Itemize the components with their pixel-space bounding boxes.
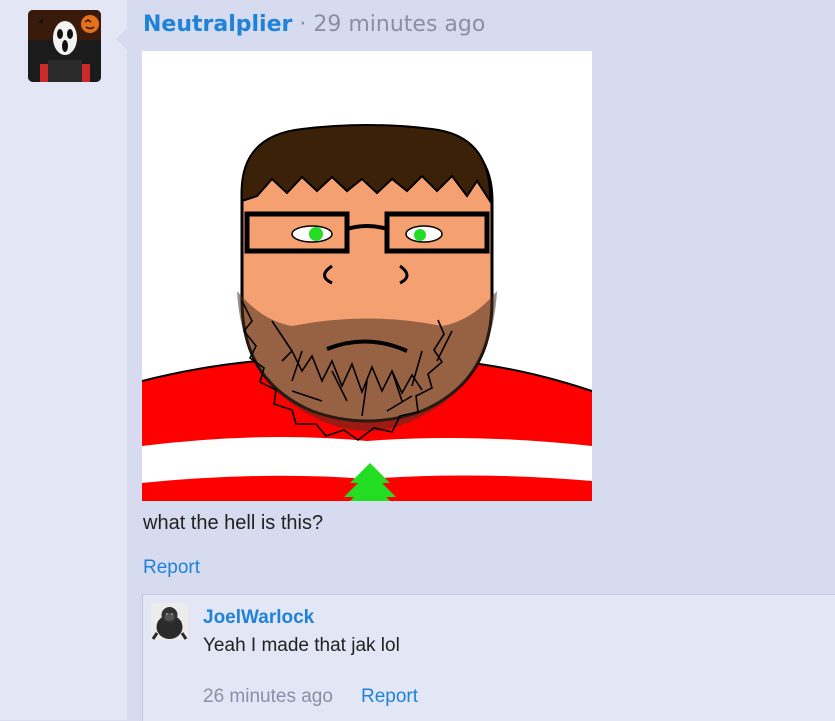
meta-separator: ·: [299, 12, 307, 37]
post-image[interactable]: [141, 51, 593, 507]
post-timestamp: 29 minutes ago: [313, 12, 486, 37]
reply-username[interactable]: JoelWarlock: [203, 607, 314, 629]
ghostface-mask-icon: [28, 10, 101, 82]
left-rail: [0, 0, 128, 720]
gorilla-icon: [151, 603, 188, 640]
reply-body: Yeah I made that jak lol: [203, 635, 400, 656]
post-report-link[interactable]: Report: [143, 557, 200, 579]
post-header: Neutralplier · 29 minutes ago: [143, 12, 485, 37]
drawn-face-illustration: [141, 51, 593, 507]
poster-avatar[interactable]: [28, 10, 101, 82]
reply-timestamp: 26 minutes ago: [203, 686, 333, 707]
post-body: what the hell is this?: [143, 512, 324, 534]
reply-avatar[interactable]: [151, 603, 188, 640]
poster-username[interactable]: Neutralplier: [143, 12, 292, 37]
post-pointer-caret: [116, 28, 127, 50]
reply-report-link[interactable]: Report: [361, 686, 418, 708]
